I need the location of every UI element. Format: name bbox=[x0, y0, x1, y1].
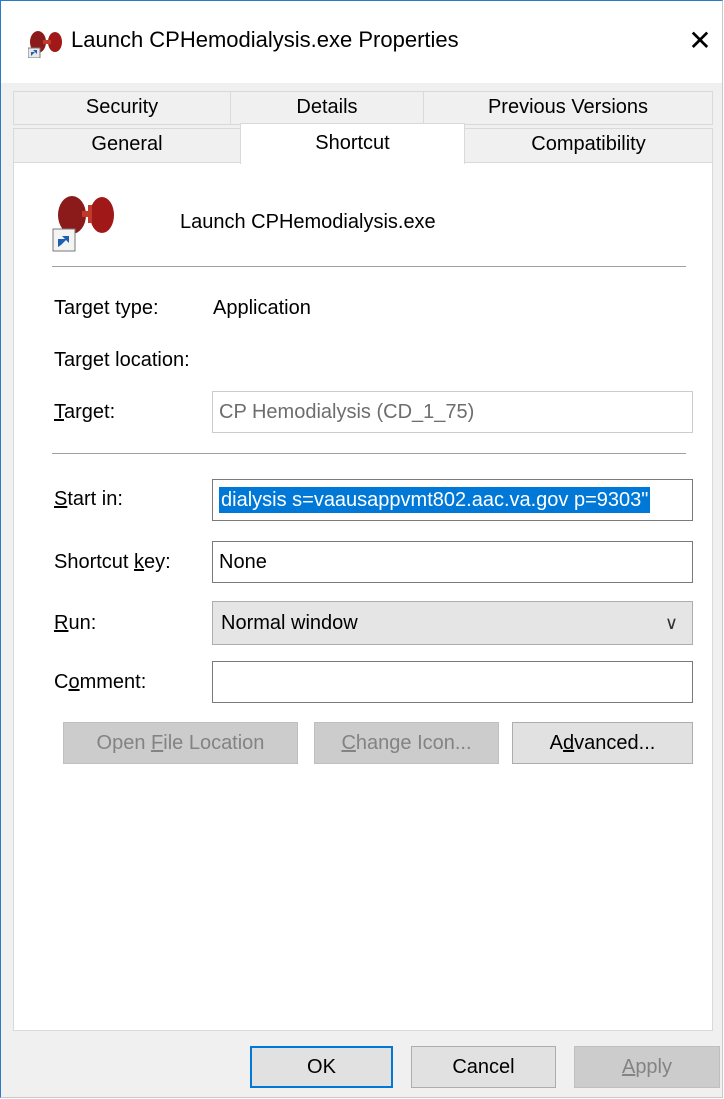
change-icon-button[interactable]: Change Icon... bbox=[314, 722, 499, 764]
advanced-a: A bbox=[549, 732, 564, 754]
start-in-label-text: tart in: bbox=[67, 488, 123, 510]
shortcut-key-label: Shortcut key: bbox=[54, 551, 171, 574]
cancel-label: Cancel bbox=[452, 1056, 515, 1078]
target-type-value: Application bbox=[213, 297, 311, 319]
target-label: Target: bbox=[54, 401, 115, 424]
open-file-a: Open bbox=[96, 732, 152, 754]
close-icon[interactable]: ✕ bbox=[683, 23, 717, 59]
target-label-mnemonic: T bbox=[54, 401, 64, 423]
tab-label: Compatibility bbox=[531, 133, 646, 155]
shortcut-app-name: Launch CPHemodialysis.exe bbox=[180, 211, 436, 233]
tab-general[interactable]: General bbox=[13, 128, 241, 163]
comment-label: Comment: bbox=[54, 671, 146, 694]
run-label-text: un: bbox=[68, 612, 97, 634]
shortcut-key-label-mnemonic: k bbox=[134, 551, 145, 573]
divider bbox=[52, 266, 686, 267]
comment-field[interactable] bbox=[212, 661, 693, 703]
shortcut-key-field[interactable]: None bbox=[212, 541, 693, 583]
change-icon-text: hange Icon... bbox=[355, 732, 472, 754]
title-bar: Launch CPHemodialysis.exe Properties ✕ bbox=[1, 1, 722, 83]
tab-security[interactable]: Security bbox=[13, 91, 231, 125]
shortcut-key-label-a: Shortcut bbox=[54, 551, 135, 573]
run-label: Run: bbox=[54, 612, 96, 635]
run-dropdown[interactable]: Normal window ∨ bbox=[212, 601, 693, 645]
tab-label: Shortcut bbox=[315, 132, 390, 154]
advanced-mnemonic: d bbox=[563, 732, 575, 754]
tab-label: Security bbox=[85, 96, 159, 118]
cancel-button[interactable]: Cancel bbox=[411, 1046, 556, 1088]
start-in-field[interactable]: dialysis s=vaausappvmt802.aac.va.gov p=9… bbox=[212, 479, 693, 521]
target-field-text: CP Hemodialysis (CD_1_75) bbox=[219, 401, 475, 423]
chevron-down-icon: ∨ bbox=[664, 613, 678, 633]
ok-button[interactable]: OK bbox=[250, 1046, 393, 1088]
divider bbox=[52, 453, 686, 454]
change-icon-mnemonic: C bbox=[341, 732, 356, 754]
target-label-text: arget: bbox=[64, 401, 116, 423]
target-field[interactable]: CP Hemodialysis (CD_1_75) bbox=[212, 391, 693, 433]
tab-compatibility[interactable]: Compatibility bbox=[464, 128, 713, 163]
start-in-label-mnemonic: S bbox=[54, 488, 68, 510]
ok-label: OK bbox=[307, 1056, 336, 1078]
comment-label-b: mment: bbox=[79, 671, 147, 693]
shortcut-key-label-b: ey: bbox=[144, 551, 171, 573]
advanced-b: vanced... bbox=[574, 732, 656, 754]
apply-mnemonic: A bbox=[621, 1056, 636, 1078]
kidney-app-icon bbox=[28, 31, 62, 58]
shortcut-key-field-text: None bbox=[219, 551, 267, 573]
target-type-label: Target type: bbox=[54, 297, 159, 319]
shortcut-panel bbox=[13, 162, 713, 1031]
run-label-mnemonic: R bbox=[54, 612, 69, 634]
run-dropdown-value: Normal window bbox=[221, 612, 358, 634]
tab-label: Previous Versions bbox=[487, 96, 649, 118]
apply-button[interactable]: Apply bbox=[574, 1046, 720, 1088]
tab-label: Details bbox=[296, 96, 358, 118]
tab-previous-versions[interactable]: Previous Versions bbox=[423, 91, 713, 125]
comment-label-mnemonic: o bbox=[68, 671, 80, 693]
tab-details[interactable]: Details bbox=[230, 91, 424, 125]
open-file-b: ile Location bbox=[163, 732, 265, 754]
properties-window: Launch CPHemodialysis.exe Properties ✕ S… bbox=[0, 0, 723, 1098]
tab-label: General bbox=[91, 133, 163, 155]
advanced-button[interactable]: Advanced... bbox=[512, 722, 693, 764]
open-file-mnemonic: F bbox=[151, 732, 164, 754]
apply-text: pply bbox=[635, 1056, 673, 1078]
target-location-label: Target location: bbox=[54, 349, 190, 371]
open-file-location-button[interactable]: Open File Location bbox=[63, 722, 298, 764]
start-in-label: Start in: bbox=[54, 488, 123, 511]
tab-shortcut[interactable]: Shortcut bbox=[240, 123, 465, 164]
window-title: Launch CPHemodialysis.exe Properties bbox=[71, 27, 459, 52]
shortcut-app-icon bbox=[52, 196, 114, 252]
comment-label-a: C bbox=[54, 671, 69, 693]
start-in-field-text: dialysis s=vaausappvmt802.aac.va.gov p=9… bbox=[219, 487, 651, 513]
